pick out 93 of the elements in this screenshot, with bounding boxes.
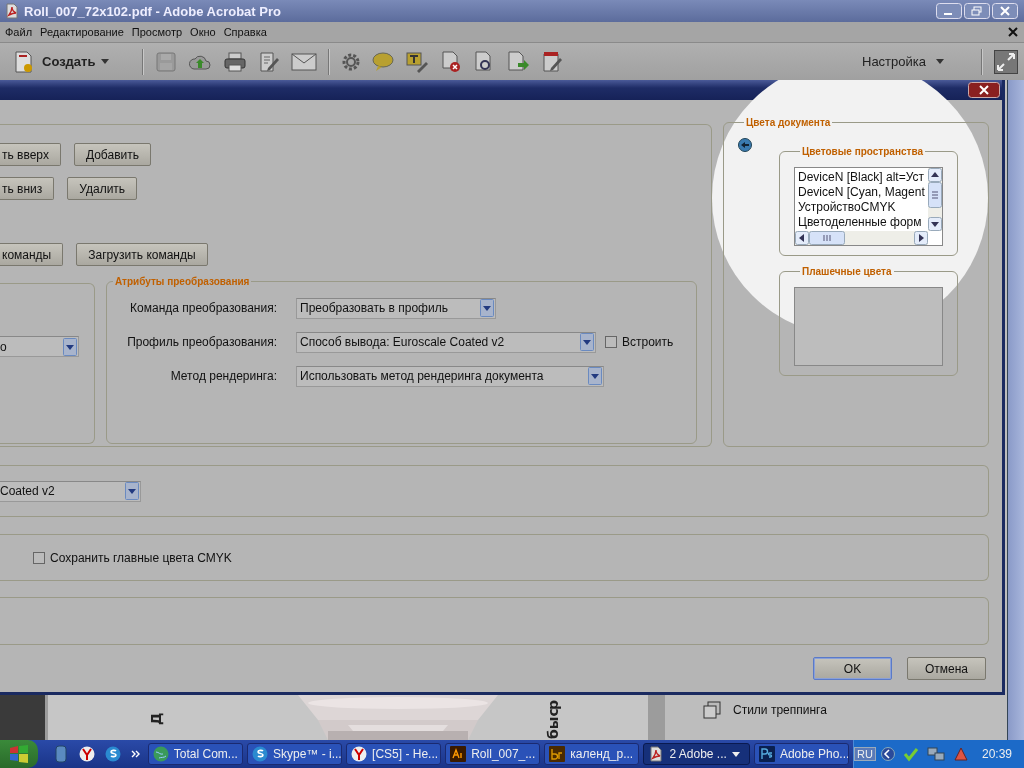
customize-button[interactable]: Настройка (856, 53, 950, 70)
illustrator-icon (450, 746, 467, 762)
page-text: быс (545, 708, 561, 739)
taskbar-button[interactable]: Adobe Pho... (753, 743, 850, 765)
language-indicator[interactable]: RU (854, 747, 876, 761)
browser-icon[interactable] (78, 746, 95, 762)
close-icon[interactable] (1008, 27, 1018, 37)
bridge-icon (549, 746, 566, 762)
taskbar-button[interactable]: Roll_007_... (445, 743, 541, 765)
scrollbar[interactable] (928, 168, 942, 231)
pdf-file-icon (4, 3, 20, 19)
field-label: Метод рендеринга: (169, 369, 277, 383)
taskbar-button[interactable]: Total Com... (147, 743, 243, 765)
caret-icon (936, 59, 944, 64)
button[interactable]: Удалить (67, 177, 138, 200)
scroll-left-icon[interactable] (795, 231, 809, 245)
browser-icon (351, 746, 368, 762)
document-arrow-icon[interactable] (506, 50, 531, 73)
menu-item[interactable]: Файл (1, 26, 37, 38)
restore-button[interactable] (964, 3, 990, 19)
mail-icon[interactable] (291, 51, 318, 72)
settings-icon[interactable] (341, 51, 362, 72)
globe-icon (152, 746, 169, 762)
checkbox[interactable] (33, 551, 45, 564)
page-text: р (545, 699, 561, 710)
edit-document-icon[interactable] (258, 50, 281, 73)
field-label: Команда преобразования: (129, 301, 277, 315)
warning-icon[interactable] (952, 746, 969, 762)
field-label: Профиль преобразования: (126, 335, 277, 349)
start-button[interactable] (0, 740, 38, 768)
scroll-right-icon[interactable] (914, 231, 928, 245)
list-item[interactable]: УстройствоCMYK (798, 200, 928, 215)
minimize-button[interactable] (936, 3, 962, 19)
button[interactable]: ть вверх (0, 143, 61, 166)
group-title: Цветовые пространства (801, 146, 924, 157)
checkbox-label: Сохранить главные цвета CMYK (50, 550, 232, 565)
menu-item[interactable]: Окно (186, 26, 220, 38)
quick-launch-icon[interactable] (52, 745, 69, 763)
expand-icon[interactable] (994, 49, 1018, 74)
scroll-thumb[interactable] (809, 231, 845, 245)
text-sign-icon[interactable] (405, 50, 430, 73)
scrollbar[interactable] (795, 231, 928, 245)
clock: 20:39 (981, 747, 1012, 761)
list-item[interactable]: Цветоделенные форм (798, 215, 928, 230)
taskbar-button[interactable]: 2 Adobe ... (643, 743, 750, 765)
panel-item[interactable]: Стили треппинга (665, 701, 1007, 719)
menu-item[interactable]: Просмотр (127, 26, 187, 38)
print-icon[interactable] (223, 50, 248, 73)
menu-item[interactable]: Справка (219, 26, 271, 38)
skype-icon (251, 746, 268, 762)
dropdown[interactable]: Преобразовать в профиль (296, 297, 496, 319)
scroll-thumb[interactable] (928, 182, 942, 208)
group-title: Плашечные цвета (801, 266, 893, 277)
taskbar-button[interactable]: Skype™ - i... (246, 743, 343, 765)
scroll-up-icon[interactable] (928, 168, 942, 182)
button[interactable]: команды (0, 243, 64, 266)
dropdown[interactable]: о (0, 336, 79, 357)
check-icon[interactable] (902, 746, 919, 762)
list-item[interactable]: DeviceN [Black] alt=Уст (798, 170, 928, 185)
scroll-down-icon[interactable] (928, 217, 942, 231)
window-title: Roll_007_72x102.pdf - Adobe Acrobat Pro (24, 3, 282, 19)
dropdown[interactable]: Использовать метод рендеринга документа (296, 365, 604, 387)
checkbox-label: Встроить (622, 335, 674, 349)
list-item[interactable]: DeviceN [Cyan, Magent (798, 185, 928, 200)
checkbox[interactable] (605, 336, 617, 348)
button[interactable]: OK (813, 657, 892, 680)
close-button[interactable] (968, 82, 1000, 98)
page-text: Д (148, 712, 164, 725)
group-title: Атрибуты преобразования (114, 276, 251, 287)
button[interactable]: Загрузить команды (76, 243, 208, 266)
scrollbar[interactable] (1007, 80, 1024, 740)
photoshop-icon (758, 746, 775, 762)
button[interactable]: Добавить (73, 143, 151, 166)
dropdown[interactable]: Способ вывода: Euroscale Coated v2 (296, 331, 596, 353)
comment-icon[interactable] (372, 51, 395, 72)
menu-item[interactable]: Редактирование (36, 26, 128, 38)
taskbar-button[interactable]: [CS5] - Не... (346, 743, 442, 765)
caret-icon (731, 751, 740, 757)
caret-icon (101, 59, 110, 64)
group-title: Цвета документа (745, 117, 832, 128)
list-box[interactable]: DeviceN [Black] alt=Уст DeviceN [Cyan, Magent УстройствоCMYK Цветоделенные форм (794, 167, 943, 246)
dropdown[interactable]: Coated v2 (0, 480, 141, 502)
layers-icon (703, 701, 721, 719)
create-button[interactable]: Создать (10, 49, 112, 74)
button[interactable]: Отмена (907, 657, 986, 680)
pdf-file-icon (648, 746, 665, 762)
more-icon[interactable] (130, 749, 141, 759)
windows-logo-icon (8, 745, 29, 763)
taskbar-button[interactable]: календ_р... (544, 743, 640, 765)
network-icon[interactable] (926, 746, 945, 762)
button[interactable]: ть вниз (0, 177, 55, 200)
skype-icon[interactable] (104, 746, 121, 762)
document-delete-icon[interactable] (440, 50, 463, 73)
